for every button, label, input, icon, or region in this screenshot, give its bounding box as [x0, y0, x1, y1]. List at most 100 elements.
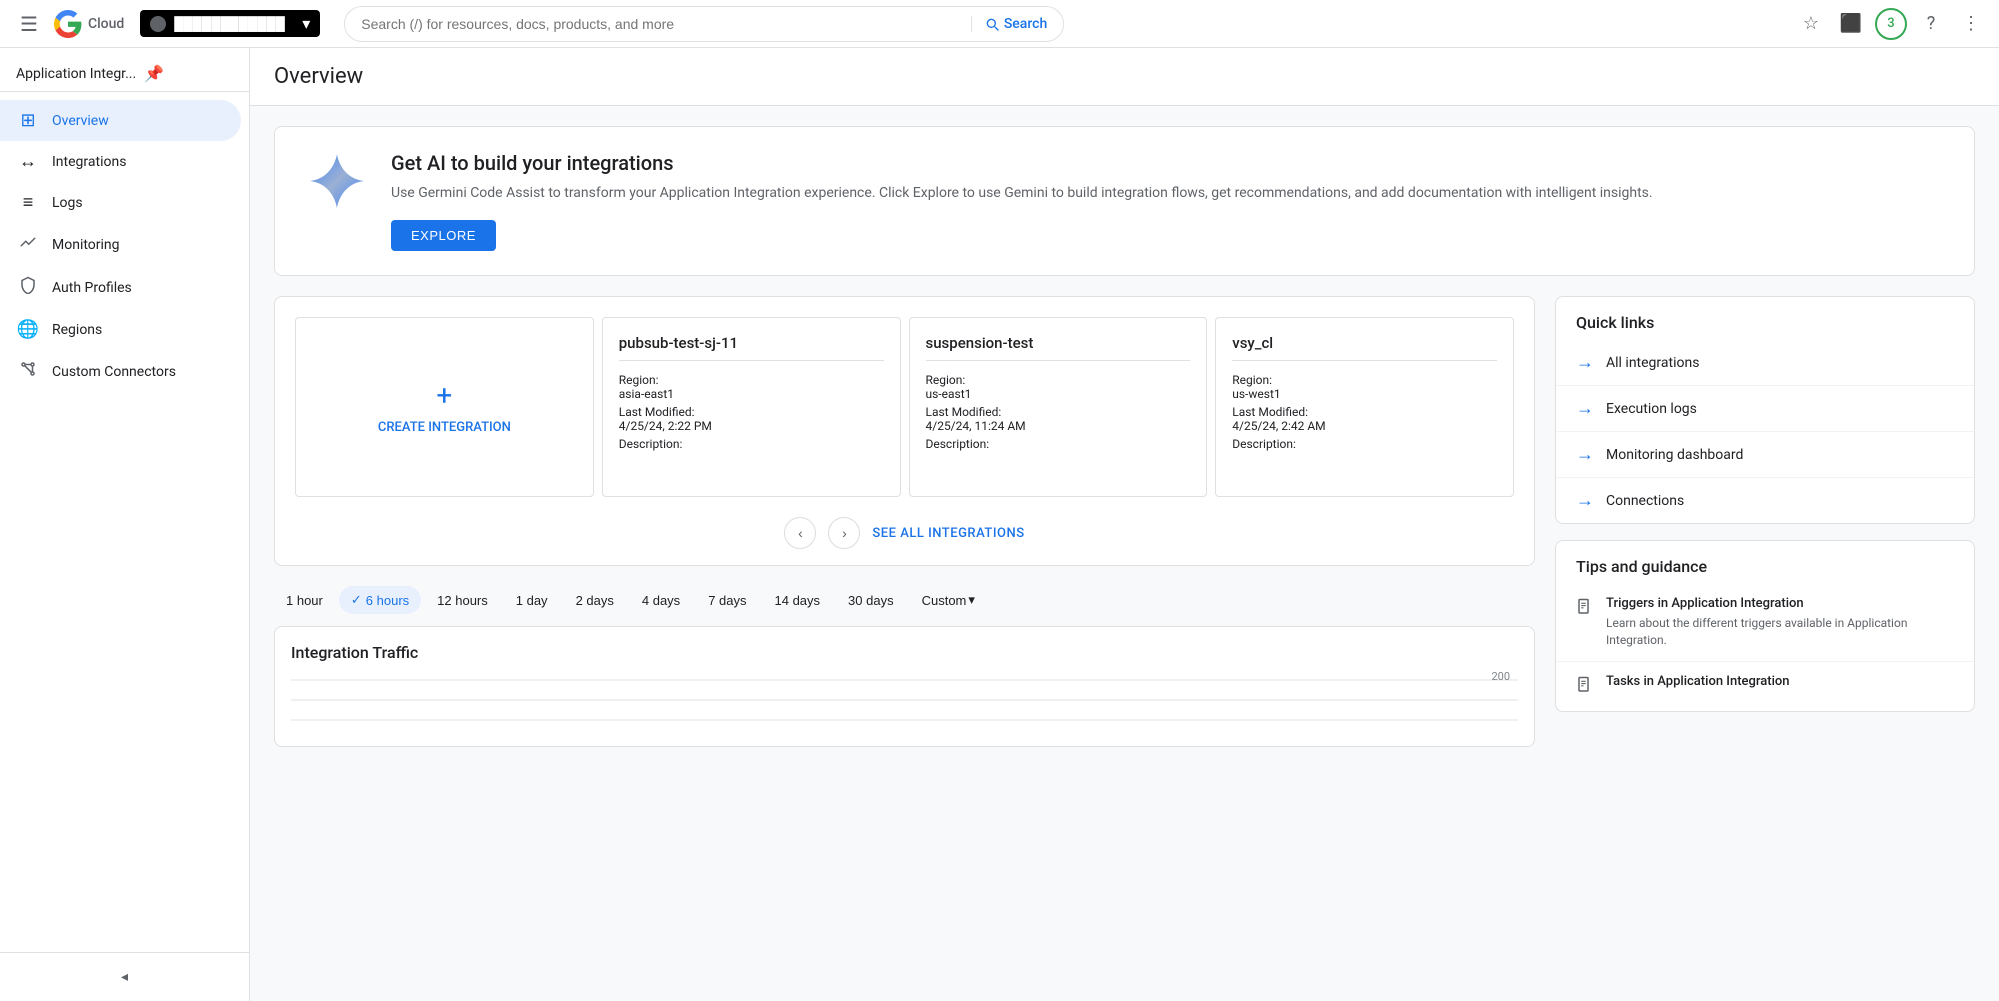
- lower-section: + CREATE INTEGRATION pubsub-test-sj-11 R…: [274, 296, 1975, 747]
- sidebar-item-logs[interactable]: ≡ Logs: [0, 182, 241, 223]
- integration-card-0[interactable]: pubsub-test-sj-11 Region: asia-east1 Las…: [602, 317, 901, 497]
- arrow-icon-1: →: [1576, 398, 1594, 419]
- menu-icon[interactable]: ☰: [12, 4, 46, 44]
- monitoring-icon: [16, 233, 40, 256]
- sidebar-item-overview[interactable]: ⊞ Overview: [0, 100, 241, 141]
- auth-icon: [16, 276, 40, 299]
- quick-link-all-integrations[interactable]: → All integrations: [1556, 340, 1974, 386]
- quick-link-text-1: Execution logs: [1606, 401, 1697, 417]
- sidebar-header: Application Integr... 📌: [0, 48, 249, 92]
- explore-button[interactable]: EXPLORE: [391, 220, 496, 251]
- sidebar-label-regions: Regions: [52, 322, 102, 338]
- right-panel: Quick links → All integrations → Executi…: [1555, 296, 1975, 747]
- tip-item-0[interactable]: Triggers in Application Integration Lear…: [1556, 584, 1974, 662]
- google-logo-icon: [54, 10, 82, 38]
- time-btn-12hours[interactable]: 12 hours: [425, 587, 500, 614]
- quick-links-card: Quick links → All integrations → Executi…: [1555, 296, 1975, 524]
- terminal-icon[interactable]: ⬛: [1835, 8, 1867, 40]
- tip-item-1[interactable]: Tasks in Application Integration: [1556, 662, 1974, 711]
- overview-icon: ⊞: [16, 110, 40, 131]
- ai-banner-description: Use Germini Code Assist to transform you…: [391, 183, 1653, 204]
- traffic-chart-svg: [291, 670, 1518, 730]
- time-btn-1day[interactable]: 1 day: [504, 587, 560, 614]
- tip-text-0: Triggers in Application Integration Lear…: [1606, 596, 1954, 649]
- page-header: Overview: [250, 48, 1999, 106]
- google-cloud-logo: Cloud: [54, 10, 124, 38]
- connectors-icon: [16, 360, 40, 383]
- sidebar-item-integrations[interactable]: ↔ Integrations: [0, 141, 241, 182]
- project-selector[interactable]: ████████████ ▾: [140, 10, 320, 37]
- search-input[interactable]: [361, 16, 963, 32]
- tip-doc-icon-1: [1576, 676, 1594, 699]
- content-area: Get AI to build your integrations Use Ge…: [250, 106, 1999, 767]
- sidebar-label-logs: Logs: [52, 195, 83, 211]
- tip-text-1: Tasks in Application Integration: [1606, 674, 1790, 693]
- integrations-cards: + CREATE INTEGRATION pubsub-test-sj-11 R…: [291, 313, 1518, 501]
- project-name: ████████████: [174, 16, 294, 32]
- sidebar-nav: ⊞ Overview ↔ Integrations ≡ Logs Monitor…: [0, 92, 249, 952]
- tip-desc-0: Learn about the different triggers avail…: [1606, 615, 1954, 649]
- create-integration-card[interactable]: + CREATE INTEGRATION: [295, 317, 594, 497]
- lower-left: + CREATE INTEGRATION pubsub-test-sj-11 R…: [274, 296, 1535, 747]
- arrow-icon-0: →: [1576, 352, 1594, 373]
- check-icon: ✓: [351, 592, 362, 608]
- search-icon: [984, 16, 1000, 32]
- sidebar-pin-icon[interactable]: 📌: [144, 64, 164, 83]
- notification-badge[interactable]: 3: [1875, 8, 1907, 40]
- star-icon[interactable]: ☆: [1795, 8, 1827, 40]
- metrics-section: 1 hour ✓ 6 hours 12 hours 1 day 2 days 4…: [274, 586, 1535, 747]
- tips-title: Tips and guidance: [1556, 541, 1974, 584]
- collapse-button[interactable]: ◂: [8, 961, 241, 993]
- next-page-button[interactable]: ›: [828, 517, 860, 549]
- int-card-desc-2: Description:: [1232, 437, 1497, 451]
- quick-link-text-2: Monitoring dashboard: [1606, 447, 1743, 463]
- sidebar-title: Application Integr...: [16, 66, 136, 82]
- sidebar-label-auth-profiles: Auth Profiles: [52, 280, 132, 296]
- see-all-integrations-link[interactable]: SEE ALL INTEGRATIONS: [872, 526, 1024, 541]
- time-btn-4days[interactable]: 4 days: [630, 587, 692, 614]
- sidebar-item-auth-profiles[interactable]: Auth Profiles: [0, 266, 241, 309]
- time-btn-6hours[interactable]: ✓ 6 hours: [339, 586, 421, 614]
- int-card-name-0: pubsub-test-sj-11: [619, 334, 884, 361]
- traffic-section: Integration Traffic 200: [274, 626, 1535, 747]
- topbar: ☰ Cloud ████████████ ▾ Search ☆ ⬛ 3 ? ⋮: [0, 0, 1999, 48]
- time-btn-7days[interactable]: 7 days: [696, 587, 758, 614]
- gemini-logo-icon: [307, 151, 367, 211]
- int-card-name-1: suspension-test: [926, 334, 1191, 361]
- document-icon-2: [1576, 676, 1594, 694]
- sidebar-label-monitoring: Monitoring: [52, 237, 120, 253]
- ai-banner-title: Get AI to build your integrations: [391, 151, 1653, 175]
- int-card-modified-0: Last Modified: 4/25/24, 2:22 PM: [619, 405, 884, 433]
- custom-connectors-icon: [19, 360, 37, 378]
- create-plus-icon: +: [436, 379, 452, 412]
- prev-page-button[interactable]: ‹: [784, 517, 816, 549]
- integrations-section: + CREATE INTEGRATION pubsub-test-sj-11 R…: [274, 296, 1535, 566]
- help-icon[interactable]: ?: [1915, 8, 1947, 40]
- regions-icon: 🌐: [16, 319, 40, 340]
- int-card-region-label-0: Region: asia-east1: [619, 373, 884, 401]
- layout: Application Integr... 📌 ⊞ Overview ↔ Int…: [0, 48, 1999, 1001]
- project-chevron-icon: ▾: [302, 14, 310, 33]
- quick-link-monitoring-dashboard[interactable]: → Monitoring dashboard: [1556, 432, 1974, 478]
- document-icon: [1576, 598, 1594, 616]
- sidebar-item-monitoring[interactable]: Monitoring: [0, 223, 241, 266]
- quick-link-execution-logs[interactable]: → Execution logs: [1556, 386, 1974, 432]
- quick-link-connections[interactable]: → Connections: [1556, 478, 1974, 523]
- int-card-modified-2: Last Modified: 4/25/24, 2:42 AM: [1232, 405, 1497, 433]
- integration-card-1[interactable]: suspension-test Region: us-east1 Last Mo…: [909, 317, 1208, 497]
- time-btn-custom[interactable]: Custom ▾: [910, 586, 987, 614]
- time-btn-2days[interactable]: 2 days: [564, 587, 626, 614]
- integration-card-2[interactable]: vsy_cl Region: us-west1 Last Modified: 4…: [1215, 317, 1514, 497]
- more-icon[interactable]: ⋮: [1955, 8, 1987, 40]
- time-btn-1hour[interactable]: 1 hour: [274, 587, 335, 614]
- tip-title-0: Triggers in Application Integration: [1606, 596, 1954, 611]
- int-card-name-2: vsy_cl: [1232, 334, 1497, 361]
- search-bar[interactable]: Search: [344, 6, 1064, 42]
- sidebar-item-regions[interactable]: 🌐 Regions: [0, 309, 241, 350]
- shield-icon: [19, 276, 37, 294]
- time-btn-30days[interactable]: 30 days: [836, 587, 906, 614]
- sidebar-item-custom-connectors[interactable]: Custom Connectors: [0, 350, 241, 393]
- time-btn-14days[interactable]: 14 days: [763, 587, 833, 614]
- arrow-icon-2: →: [1576, 444, 1594, 465]
- search-button[interactable]: Search: [971, 16, 1047, 32]
